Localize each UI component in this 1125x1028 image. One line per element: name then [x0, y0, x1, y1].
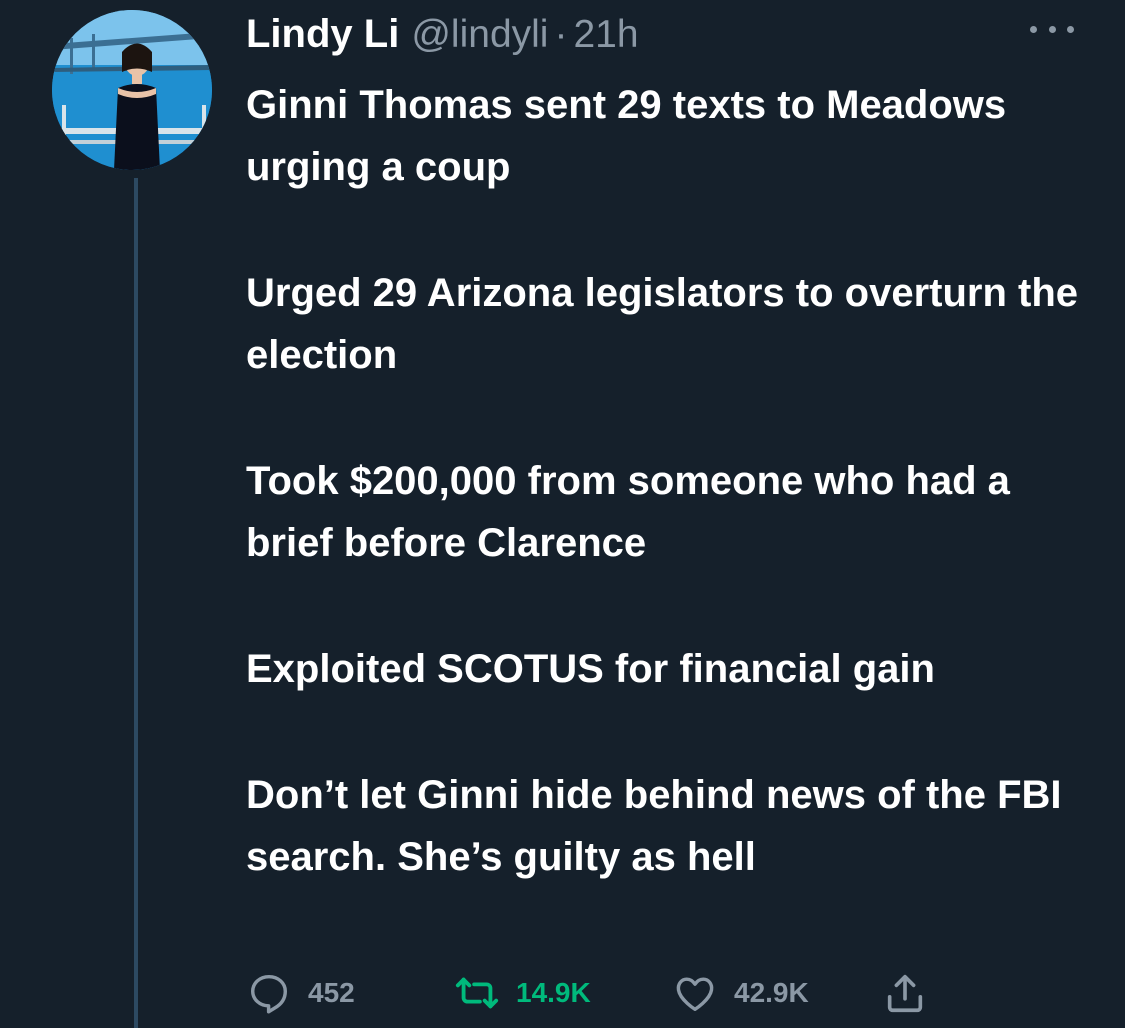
share-button[interactable]: [882, 968, 928, 1018]
reply-count: 452: [308, 977, 355, 1008]
heart-icon: [676, 977, 714, 1012]
share-icon: [887, 974, 923, 1013]
user-handle[interactable]: @lindyli: [411, 13, 548, 57]
tweet-paragraph: Took $200,000 from someone who had a bri…: [246, 459, 1010, 565]
like-count: 42.9K: [734, 977, 809, 1008]
tweet[interactable]: Lindy Li @lindyli · 21h Ginni Thomas sen…: [0, 0, 1125, 1028]
more-dot: [1048, 25, 1056, 33]
retweet-icon: [455, 977, 499, 1009]
tweet-paragraph: Urged 29 Arizona legislators to overturn…: [246, 271, 1079, 377]
tweet-paragraph: Don’t let Ginni hide behind news of the …: [246, 773, 1062, 879]
tweet-paragraph: Ginni Thomas sent 29 texts to Meadows ur…: [246, 83, 1007, 189]
reply-button[interactable]: 452: [246, 968, 355, 1018]
retweet-button[interactable]: 14.9K: [454, 968, 591, 1018]
tweet-paragraph: Exploited SCOTUS for financial gain: [246, 647, 935, 691]
more-dot: [1067, 25, 1074, 33]
tweet-actions: 452 14.9K 42.9K: [246, 968, 986, 1018]
avatar[interactable]: [52, 10, 212, 170]
header-separator: ·: [554, 13, 568, 56]
tweet-text: Ginni Thomas sent 29 texts to Meadows ur…: [246, 74, 1106, 888]
tweet-header: Lindy Li @lindyli · 21h: [246, 12, 639, 64]
more-dot: [1030, 25, 1037, 33]
like-button[interactable]: 42.9K: [672, 968, 809, 1018]
thread-line: [134, 178, 138, 1028]
more-options-icon[interactable]: [1030, 14, 1074, 44]
retweet-count: 14.9K: [516, 977, 591, 1008]
timestamp[interactable]: 21h: [573, 13, 638, 57]
comment-icon: [250, 974, 288, 1014]
avatar-photo: [52, 10, 212, 170]
display-name[interactable]: Lindy Li: [246, 12, 399, 57]
